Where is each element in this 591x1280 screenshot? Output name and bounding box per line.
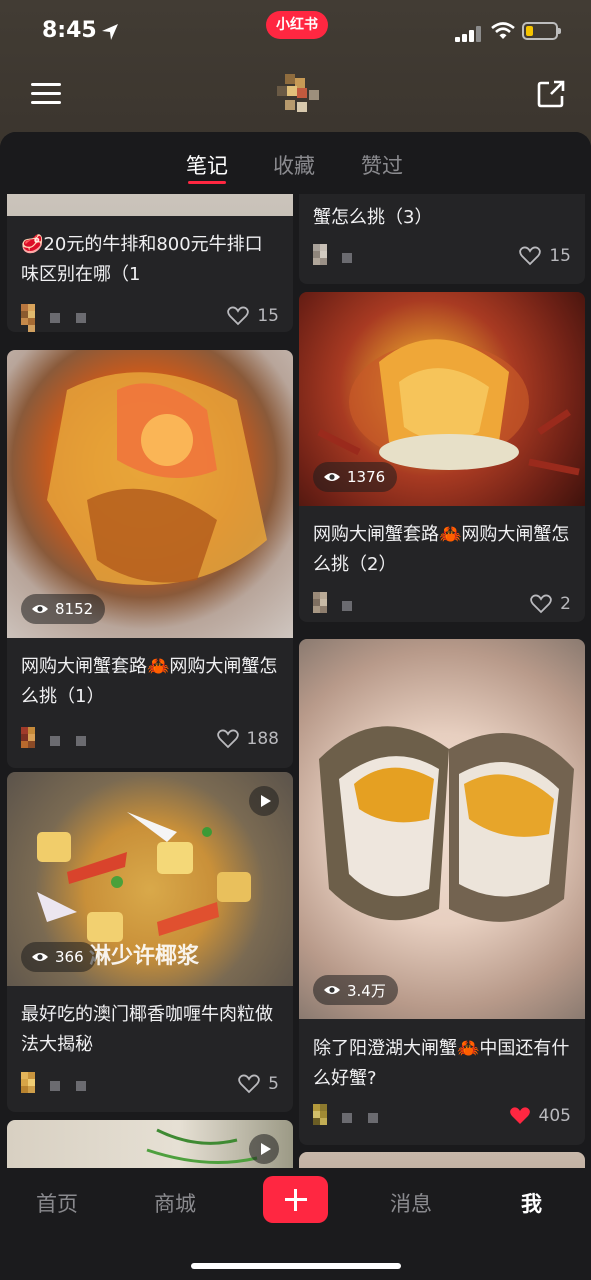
like-count-value: 2	[560, 594, 571, 614]
note-card-good-crab[interactable]: 3.4万 除了阳澄湖大闸蟹🦀中国还有什么好蟹? 405	[299, 639, 585, 1145]
location-arrow-icon	[102, 24, 118, 40]
note-title: 🥩20元的牛排和800元牛排口味区别在哪（1	[21, 234, 263, 285]
view-count-badge: 366	[21, 942, 96, 972]
note-author[interactable]	[21, 727, 86, 755]
like-count-value: 405	[538, 1106, 571, 1126]
like-count-value: 15	[257, 306, 279, 326]
nav-mall[interactable]: 商城	[154, 1188, 196, 1218]
tab-liked[interactable]: 赞过	[361, 150, 403, 180]
like-count-value: 5	[268, 1074, 279, 1094]
profile-tabs: 笔记 收藏 赞过	[0, 132, 591, 194]
note-author[interactable]	[313, 1104, 378, 1132]
nav-home[interactable]: 首页	[36, 1188, 78, 1218]
note-card-crab-1[interactable]: 8152 网购大闸蟹套路🦀网购大闸蟹怎么挑（1） 188	[7, 350, 293, 768]
wifi-icon	[491, 22, 515, 39]
eye-icon	[324, 986, 340, 994]
view-count-badge: 1376	[313, 462, 398, 492]
author-name-blurred	[50, 313, 86, 323]
create-post-button[interactable]	[263, 1176, 328, 1223]
heart-icon	[216, 729, 239, 749]
view-count-badge: 3.4万	[313, 975, 398, 1005]
note-card-curry-beef[interactable]: 淋少许椰浆 366 最好吃的澳门椰香咖喱牛肉粒做法大揭秘 5	[7, 772, 293, 1112]
status-time: 8:45	[42, 18, 97, 43]
status-bar: 8:45 小红书	[0, 0, 591, 62]
note-title: 蟹怎么挑（3）	[313, 207, 433, 228]
author-avatar	[313, 244, 334, 272]
author-name-blurred	[342, 253, 352, 263]
heart-icon	[238, 1074, 260, 1094]
like-count-value: 15	[549, 246, 571, 266]
active-tab-indicator	[188, 181, 226, 184]
eye-icon	[32, 605, 48, 613]
note-cover-image	[299, 639, 585, 1019]
image-caption-overlay: 淋少许椰浆	[89, 944, 200, 969]
note-title: 网购大闸蟹套路🦀网购大闸蟹怎么挑（2）	[313, 524, 570, 575]
author-name-blurred	[342, 601, 352, 611]
notes-feed[interactable]: 🥩20元的牛排和800元牛排口味区别在哪（1 15 8152 网购大闸蟹套路🦀网…	[0, 132, 591, 1172]
like-count[interactable]: 15	[227, 306, 279, 326]
author-name-blurred	[50, 1081, 86, 1091]
like-count[interactable]: 15	[519, 246, 571, 266]
author-name-blurred	[342, 1113, 378, 1123]
note-card-partial-left[interactable]	[7, 1120, 293, 1172]
author-name-blurred	[50, 736, 86, 746]
eye-icon	[32, 953, 48, 961]
view-count-badge: 8152	[21, 594, 106, 624]
battery-icon	[522, 22, 561, 40]
view-count: 1376	[347, 468, 386, 486]
heart-filled-icon	[509, 1107, 530, 1124]
view-count: 3.4万	[347, 981, 386, 1000]
like-count[interactable]: 2	[530, 594, 571, 614]
note-title: 除了阳澄湖大闸蟹🦀中国还有什么好蟹?	[313, 1038, 570, 1089]
note-author[interactable]	[313, 592, 352, 620]
like-count[interactable]: 188	[216, 729, 279, 749]
cellular-signal-icon	[455, 26, 483, 42]
tab-notes[interactable]: 笔记	[186, 150, 228, 180]
note-author[interactable]	[313, 244, 352, 272]
profile-page: 8:45 小红书 🥩20元的牛排和800元牛排口味区别在哪（1 15 8152 …	[0, 0, 591, 1280]
author-avatar	[313, 592, 334, 620]
profile-avatar[interactable]	[277, 74, 323, 114]
heart-icon	[227, 306, 250, 326]
note-card-steak[interactable]: 🥩20元的牛排和800元牛排口味区别在哪（1 15	[7, 172, 293, 332]
heart-icon	[519, 246, 542, 266]
note-title: 最好吃的澳门椰香咖喱牛肉粒做法大揭秘	[21, 1004, 273, 1055]
author-avatar	[21, 304, 42, 332]
share-icon[interactable]	[535, 78, 567, 110]
author-avatar	[21, 1072, 42, 1100]
like-count-value: 188	[246, 729, 279, 749]
tab-collections[interactable]: 收藏	[273, 150, 315, 180]
nav-messages[interactable]: 消息	[390, 1188, 432, 1218]
author-avatar	[21, 727, 42, 755]
note-card-crab-2[interactable]: 1376 网购大闸蟹套路🦀网购大闸蟹怎么挑（2） 2	[299, 292, 585, 622]
view-count: 366	[55, 948, 84, 966]
video-play-icon	[249, 1134, 279, 1164]
author-avatar	[313, 1104, 334, 1132]
like-count[interactable]: 5	[238, 1074, 279, 1094]
notes-panel: 🥩20元的牛排和800元牛排口味区别在哪（1 15 8152 网购大闸蟹套路🦀网…	[0, 132, 591, 1280]
home-indicator	[191, 1263, 401, 1269]
view-count: 8152	[55, 600, 94, 618]
menu-icon[interactable]	[31, 80, 63, 108]
video-play-icon	[249, 786, 279, 816]
eye-icon	[324, 473, 340, 481]
note-title: 网购大闸蟹套路🦀网购大闸蟹怎么挑（1）	[21, 656, 278, 707]
note-author[interactable]	[21, 304, 86, 332]
bottom-navigation: 首页 商城 消息 我	[0, 1168, 591, 1280]
app-badge: 小红书	[266, 11, 328, 39]
like-count[interactable]: 405	[509, 1106, 571, 1126]
note-author[interactable]	[21, 1072, 86, 1100]
heart-icon	[530, 594, 552, 614]
nav-me[interactable]: 我	[521, 1188, 542, 1218]
